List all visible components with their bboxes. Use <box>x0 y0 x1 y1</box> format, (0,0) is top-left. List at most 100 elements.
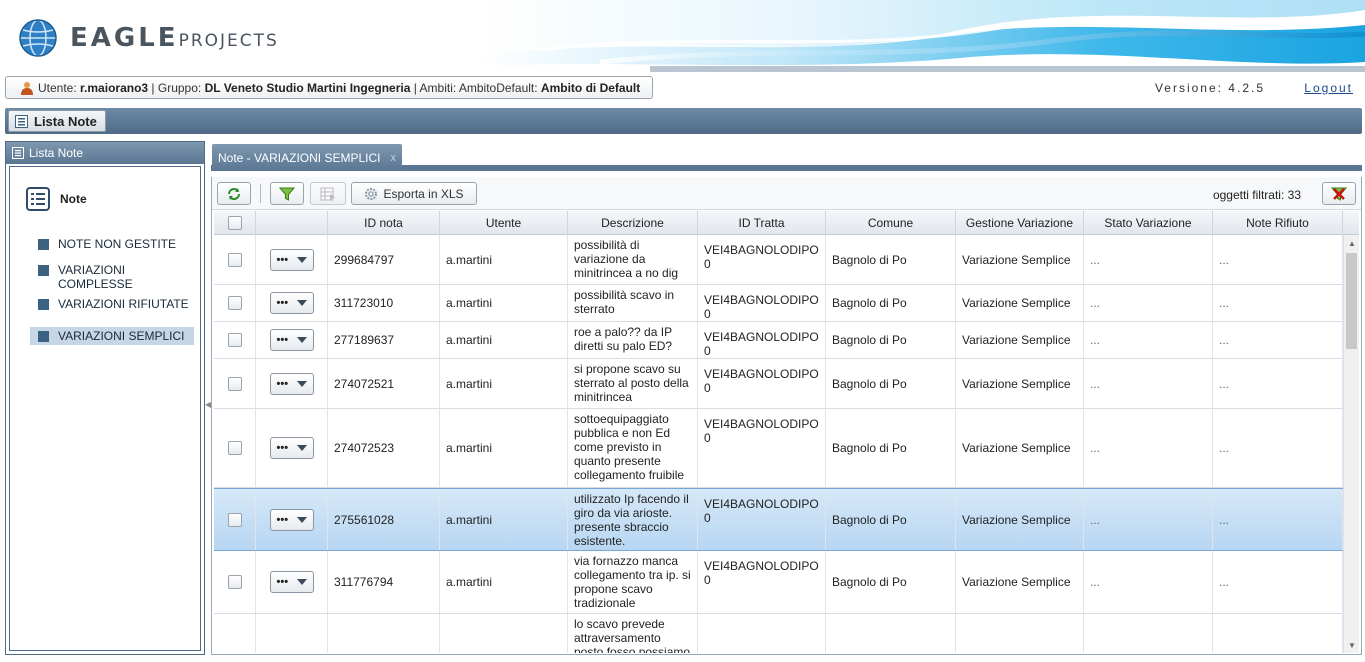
row-actions-menu-button[interactable]: ••• <box>269 571 314 593</box>
column-header-stato-variazione[interactable]: Stato Variazione <box>1084 211 1213 235</box>
row-checkbox[interactable] <box>227 376 242 391</box>
column-header-note-rifiuto[interactable]: Note Rifiuto <box>1213 211 1343 235</box>
lista-note-button-label: Lista Note <box>34 113 97 129</box>
row-actions-cell: ••• <box>256 359 328 408</box>
filter-button[interactable] <box>270 182 304 205</box>
tree-item-note-non-gestite[interactable]: NOTE NON GESTITE <box>30 235 194 253</box>
utente-cell: a.martini <box>440 322 568 358</box>
row-checkbox[interactable] <box>227 512 242 527</box>
more-icon: ••• <box>276 513 289 526</box>
row-checkbox[interactable] <box>227 252 242 267</box>
list-icon <box>26 187 50 211</box>
row-actions-menu-button[interactable]: ••• <box>269 292 314 314</box>
utente-cell: a.martini <box>440 489 568 550</box>
comune-cell: Bagnolo di Po <box>826 359 956 408</box>
export-xls-button[interactable]: Esporta in XLS <box>351 182 477 205</box>
folder-square-icon <box>38 299 49 310</box>
stato-variazione-cell: ... <box>1084 285 1213 321</box>
chevron-down-icon <box>296 445 307 451</box>
select-all-checkbox[interactable] <box>227 216 242 230</box>
row-actions-menu-button[interactable]: ••• <box>269 248 314 271</box>
user-icon <box>21 81 33 95</box>
grid-toolbar: Esporta in XLS oggetti filtrati: 33 <box>212 177 1361 210</box>
select-all-cell <box>214 211 256 235</box>
logout-link[interactable]: Logout <box>1304 81 1353 95</box>
lista-note-button[interactable]: Lista Note <box>8 110 106 132</box>
id-tratta-cell: VEI4BAGNOLODIPO0 <box>698 409 826 487</box>
actions-column-header <box>256 211 328 235</box>
id-nota-cell: 299684797 <box>328 235 440 284</box>
tab-strip: Note - VARIAZIONI SEMPLICI x <box>211 141 1362 171</box>
table-row[interactable]: lo scavo prevede attraversamento posto f… <box>214 614 1343 653</box>
version-label: Versione: 4.2.5 <box>1154 81 1265 95</box>
tab-variazioni-semplici[interactable]: Note - VARIAZIONI SEMPLICI x <box>212 144 402 171</box>
logo-text: EAGLEPROJECTS <box>70 23 279 53</box>
stato-variazione-cell: ... <box>1084 322 1213 358</box>
app-header: EAGLEPROJECTS <box>0 0 1365 72</box>
comune-cell: Bagnolo di Po <box>826 489 956 550</box>
row-actions-cell: ••• <box>256 551 328 613</box>
tree-item-variazioni-semplici[interactable]: VARIAZIONI SEMPLICI <box>30 327 194 345</box>
column-header-descrizione[interactable]: Descrizione <box>568 211 698 235</box>
comune-cell: Bagnolo di Po <box>826 285 956 321</box>
utente-cell: a.martini <box>440 409 568 487</box>
id-nota-cell: 274072523 <box>328 409 440 487</box>
close-icon[interactable]: x <box>390 152 396 164</box>
column-header-id-tratta[interactable]: ID Tratta <box>698 211 826 235</box>
column-header-utente[interactable]: Utente <box>440 211 568 235</box>
clear-filter-icon <box>1331 187 1347 201</box>
column-header-gestione-variazione[interactable]: Gestione Variazione <box>956 211 1084 235</box>
gruppo-label: | Gruppo: <box>151 80 202 95</box>
table-row[interactable]: ••• 275561028 a.martini utilizzato Ip facen… <box>214 488 1343 551</box>
row-actions-cell: ••• <box>256 409 328 487</box>
table-row[interactable]: ••• 277189637 a.martini roe a palo?? da IP … <box>214 322 1343 359</box>
gestione-variazione-cell <box>956 614 1084 653</box>
grid-header: ID nota Utente Descrizione ID Tratta Com… <box>214 211 1359 235</box>
table-row[interactable]: ••• 299684797 a.martini possibilità di vari… <box>214 235 1343 285</box>
row-select-cell <box>214 409 256 487</box>
tree-item-variazioni-rifiutate[interactable]: VARIAZIONI RIFIUTATE <box>30 295 194 313</box>
stato-variazione-cell: ... <box>1084 359 1213 408</box>
row-checkbox[interactable] <box>227 333 242 347</box>
row-actions-menu-button[interactable]: ••• <box>269 372 314 395</box>
row-checkbox[interactable] <box>227 575 242 589</box>
gear-icon <box>365 187 378 200</box>
scrollbar-thumb[interactable] <box>1346 253 1357 349</box>
column-header-id-nota[interactable]: ID nota <box>328 211 440 235</box>
refresh-button[interactable] <box>217 182 251 205</box>
table-row[interactable]: ••• 274072523 a.martini sottoequipaggiato p… <box>214 409 1343 488</box>
note-rifiuto-cell: ... <box>1213 322 1343 358</box>
row-actions-menu-button[interactable]: ••• <box>269 437 314 459</box>
note-rifiuto-cell: ... <box>1213 489 1343 550</box>
tree-root-note[interactable]: Note <box>26 187 87 211</box>
user-info-box: Utente: r.maiorano3 | Gruppo: DL Veneto … <box>5 76 654 99</box>
tree-item-variazioni-complesse[interactable]: VARIAZIONI COMPLESSE <box>30 261 194 293</box>
grid-vertical-scrollbar[interactable]: ▲ ▼ <box>1343 235 1359 653</box>
table-row[interactable]: ••• 311723010 a.martini possibilità scavo i… <box>214 285 1343 322</box>
descrizione-cell: via fornazzo manca collegamento tra ip. … <box>568 551 698 613</box>
row-checkbox[interactable] <box>227 296 242 310</box>
page-title-bar: Lista Note <box>5 108 1362 134</box>
grid-export-button[interactable] <box>310 182 346 205</box>
note-rifiuto-cell: ... <box>1213 409 1343 487</box>
table-row[interactable]: ••• 311776794 a.martini via fornazzo manca … <box>214 551 1343 614</box>
eagle-projects-logo[interactable]: EAGLEPROJECTS <box>18 18 279 58</box>
row-actions-menu-button[interactable]: ••• <box>269 508 314 531</box>
stato-variazione-cell: ... <box>1084 551 1213 613</box>
column-header-comune[interactable]: Comune <box>826 211 956 235</box>
more-icon: ••• <box>276 253 289 266</box>
clear-filter-button[interactable] <box>1322 182 1356 205</box>
row-actions-menu-button[interactable]: ••• <box>269 329 314 351</box>
more-icon: ••• <box>276 442 289 454</box>
note-tree: Note NOTE NON GESTITE VARIAZIONI COMPLES… <box>9 166 201 651</box>
stato-variazione-cell: ... <box>1084 409 1213 487</box>
id-tratta-cell: VEI4BAGNOLODIPO0 <box>698 551 826 613</box>
scroll-up-icon[interactable]: ▲ <box>1344 235 1360 251</box>
row-select-cell <box>214 489 256 550</box>
row-checkbox[interactable] <box>227 441 242 455</box>
grid-body: ••• 299684797 a.martini possibilità di vari… <box>214 235 1343 653</box>
scroll-down-icon[interactable]: ▼ <box>1344 637 1360 653</box>
left-panel-header[interactable]: Lista Note <box>6 142 204 164</box>
note-rifiuto-cell <box>1213 614 1343 653</box>
table-row[interactable]: ••• 274072521 a.martini si propone scavo su… <box>214 359 1343 409</box>
